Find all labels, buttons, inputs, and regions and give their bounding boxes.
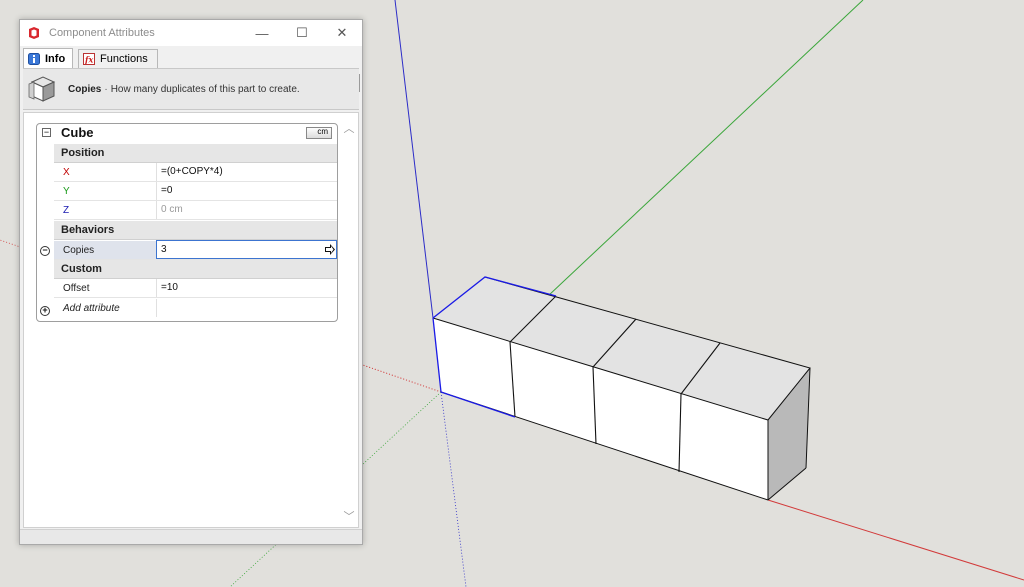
title-bar[interactable]: Component Attributes — ☐ ✕ (20, 20, 362, 46)
attribute-info-bar: Copies · How many duplicates of this par… (23, 68, 359, 110)
units-label: cm (317, 127, 328, 136)
info-attribute-name: Copies (68, 83, 102, 95)
section-position: Position (54, 144, 337, 163)
tab-bar: Info fx Functions fx (20, 46, 362, 92)
component-header: − Cube cm (37, 124, 337, 143)
copies-input[interactable]: 3 (156, 240, 337, 259)
scroll-up-icon[interactable]: ︿ (342, 123, 356, 135)
add-attribute-icon[interactable]: + (40, 306, 50, 316)
attribute-label: Z (63, 205, 70, 216)
status-bar (20, 529, 362, 544)
component-attributes-dialog: Component Attributes — ☐ ✕ Info fx Funct… (19, 19, 363, 545)
component-name: Cube (61, 125, 94, 140)
attribute-label: Copies (63, 245, 95, 256)
info-separator: · (104, 83, 108, 95)
attribute-label: Offset (63, 283, 90, 294)
attribute-value[interactable]: =0 (156, 182, 337, 200)
section-label: Position (61, 147, 105, 159)
svg-text:fx: fx (84, 55, 93, 65)
fx-icon: fx (83, 53, 95, 65)
tab-functions-label: Functions (100, 53, 148, 65)
tab-info[interactable]: Info (23, 48, 73, 68)
attribute-row-z[interactable]: Z 0 cm (54, 201, 337, 220)
attribute-label: Y (63, 186, 70, 197)
add-attribute-label[interactable]: Add attribute (63, 303, 120, 314)
attribute-row-x[interactable]: X =(0+COPY*4) (54, 163, 337, 182)
scroll-down-icon[interactable]: ﹀ (342, 511, 356, 523)
remove-attribute-icon[interactable]: − (40, 246, 50, 256)
tab-info-label: Info (45, 52, 66, 65)
minimize-button[interactable]: — (242, 20, 282, 46)
section-custom: Custom (54, 260, 337, 279)
apply-arrow-icon[interactable] (324, 243, 336, 256)
attributes-panel[interactable]: ︿ ﹀ − Cube cm Position X =(0+COPY*4) Y =… (23, 112, 359, 528)
component-card: − Cube cm Position X =(0+COPY*4) Y =0 Z … (36, 123, 338, 322)
section-label: Behaviors (61, 224, 115, 236)
component-cube-icon (28, 76, 56, 102)
tab-functions[interactable]: fx Functions (78, 49, 158, 68)
add-attribute-value-cell (156, 299, 337, 317)
sketchup-logo-icon (29, 27, 39, 39)
attribute-value[interactable]: 0 cm (156, 201, 337, 219)
maximize-button[interactable]: ☐ (282, 20, 322, 46)
attribute-row-copies[interactable]: Copies 3 (54, 240, 337, 260)
section-behaviors: Behaviors (54, 221, 337, 240)
collapse-icon[interactable]: − (42, 128, 51, 137)
section-label: Custom (61, 263, 102, 275)
window-title: Component Attributes (49, 27, 155, 39)
attribute-label: X (63, 167, 70, 178)
units-button[interactable]: cm (306, 127, 332, 139)
attribute-value[interactable]: =(0+COPY*4) (156, 163, 337, 181)
info-icon (28, 52, 40, 65)
add-attribute-row[interactable]: Add attribute (54, 299, 337, 318)
info-description: How many duplicates of this part to crea… (110, 83, 300, 95)
attribute-row-offset[interactable]: Offset =10 (54, 279, 337, 298)
attribute-value[interactable]: =10 (156, 279, 337, 297)
close-button[interactable]: ✕ (322, 20, 362, 46)
attribute-row-y[interactable]: Y =0 (54, 182, 337, 201)
